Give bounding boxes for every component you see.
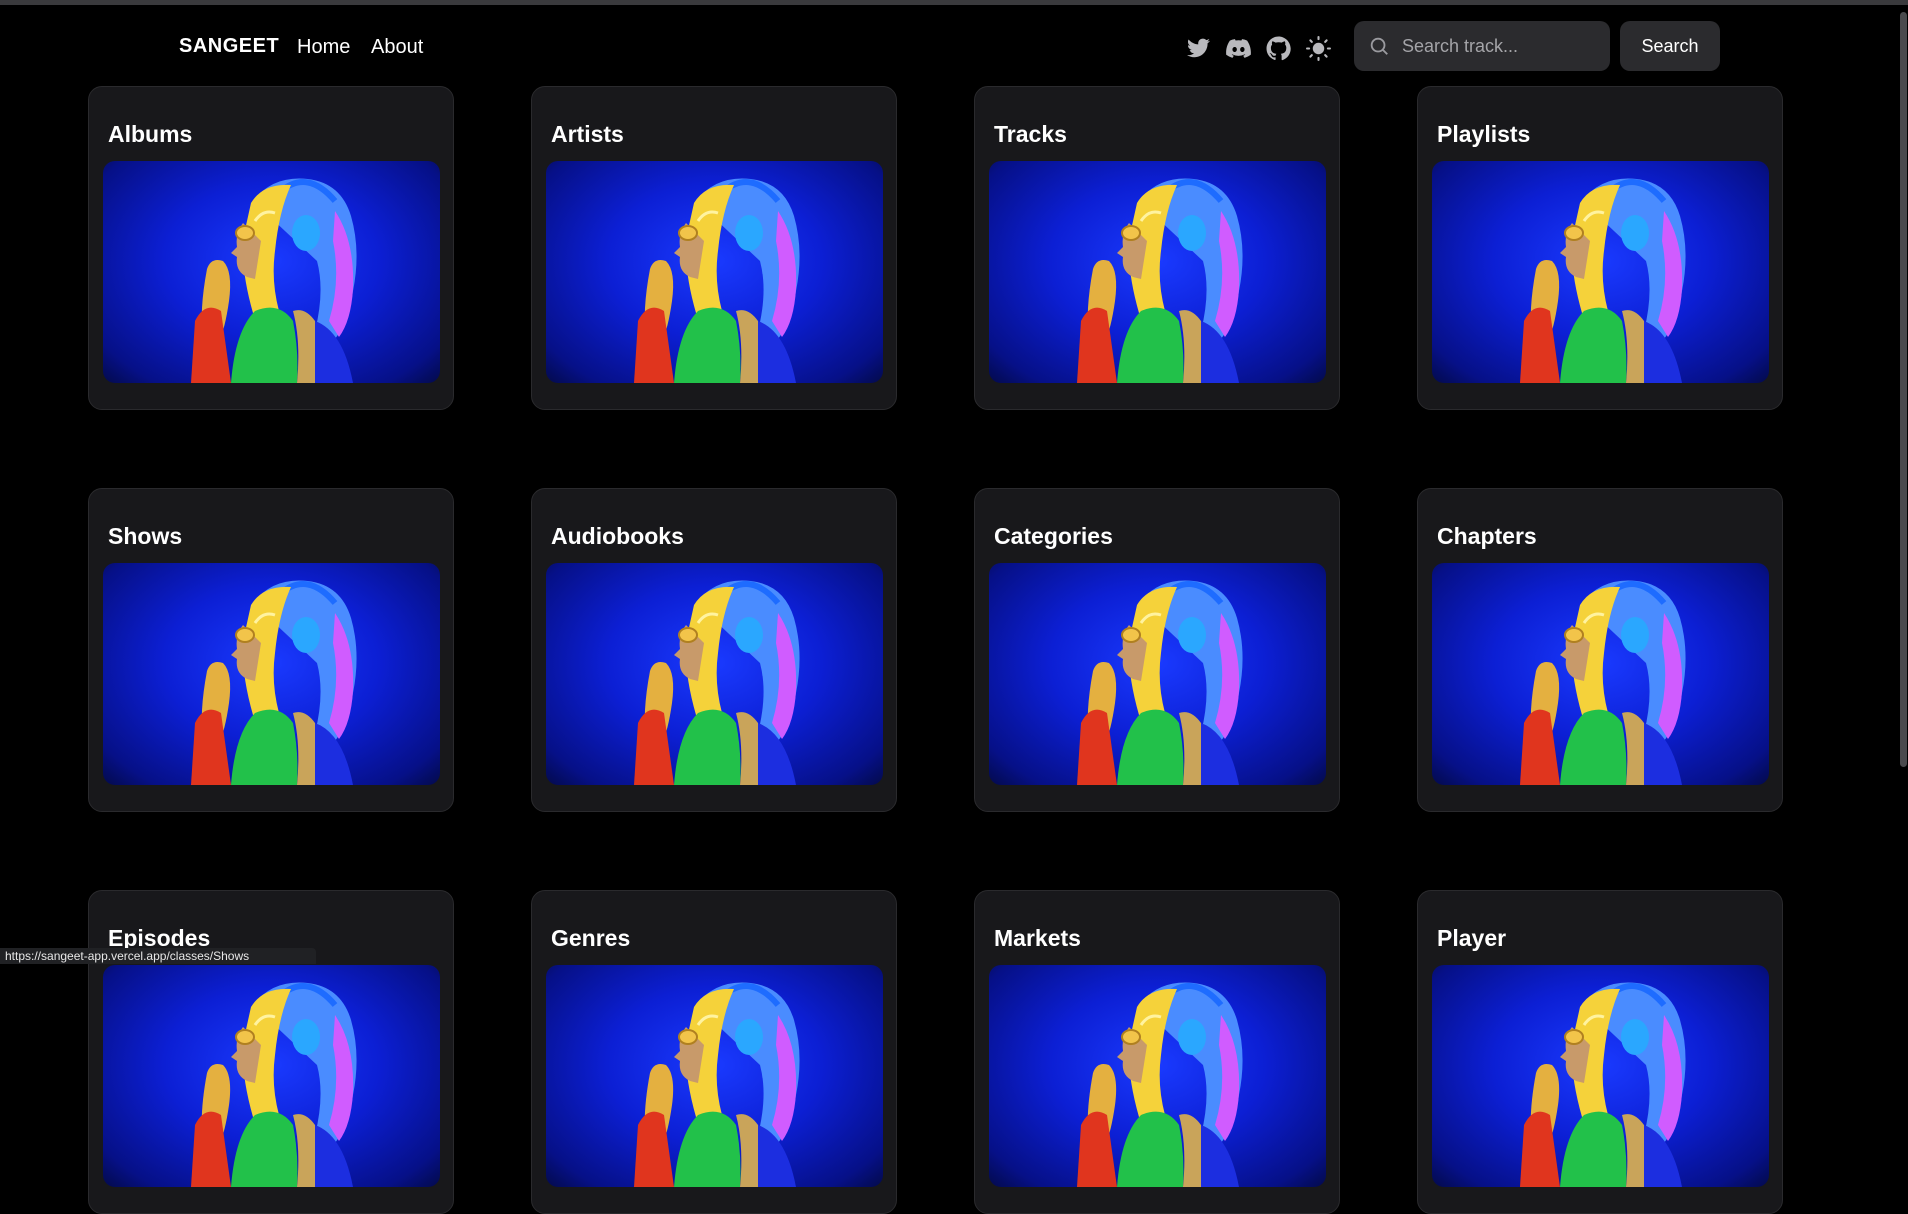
card-title: Categories — [994, 523, 1113, 549]
category-card-shows[interactable]: Shows — [88, 488, 454, 812]
card-image — [1432, 563, 1769, 785]
nav-home-link[interactable]: Home — [297, 36, 350, 59]
card-image — [989, 161, 1326, 383]
card-title: Genres — [551, 925, 631, 951]
card-image — [103, 965, 440, 1187]
card-image — [546, 563, 883, 785]
category-card-episodes[interactable]: Episodes — [88, 890, 454, 1214]
category-card-tracks[interactable]: Tracks — [974, 86, 1340, 410]
card-title: Audiobooks — [551, 523, 684, 549]
card-image — [546, 161, 883, 383]
card-title: Markets — [994, 925, 1081, 951]
search-box — [1354, 21, 1610, 71]
card-image — [1432, 965, 1769, 1187]
nav-about-link[interactable]: About — [371, 36, 423, 59]
card-title: Shows — [108, 523, 183, 549]
category-card-categories[interactable]: Categories — [974, 488, 1340, 812]
card-title: Artists — [551, 121, 624, 147]
status-bar-url: https://sangeet-app.vercel.app/classes/S… — [0, 948, 316, 964]
search-button[interactable]: Search — [1620, 21, 1720, 71]
card-image — [989, 965, 1326, 1187]
card-image — [1432, 161, 1769, 383]
category-card-artists[interactable]: Artists — [531, 86, 897, 410]
card-image — [989, 563, 1326, 785]
category-card-markets[interactable]: Markets — [974, 890, 1340, 1214]
sun-icon[interactable] — [1303, 33, 1333, 63]
card-image — [546, 965, 883, 1187]
category-card-player[interactable]: Player — [1417, 890, 1783, 1214]
category-card-albums[interactable]: Albums — [88, 86, 454, 410]
brand-logo[interactable]: SANGEET — [179, 35, 279, 58]
card-title: Playlists — [1437, 121, 1531, 147]
category-card-playlists[interactable]: Playlists — [1417, 86, 1783, 410]
card-image — [103, 563, 440, 785]
card-title: Tracks — [994, 121, 1067, 147]
discord-icon[interactable] — [1223, 33, 1253, 63]
category-card-genres[interactable]: Genres — [531, 890, 897, 1214]
card-title: Player — [1437, 925, 1507, 951]
navbar: SANGEET Home About Search — [0, 5, 1908, 87]
search-input[interactable] — [1400, 34, 1604, 58]
category-card-chapters[interactable]: Chapters — [1417, 488, 1783, 812]
category-card-audiobooks[interactable]: Audiobooks — [531, 488, 897, 812]
card-image — [103, 161, 440, 383]
search-icon — [1370, 37, 1388, 55]
card-title: Albums — [108, 121, 193, 147]
scrollbar-thumb[interactable] — [1900, 12, 1907, 767]
twitter-icon[interactable] — [1183, 33, 1213, 63]
github-icon[interactable] — [1263, 33, 1293, 63]
card-title: Chapters — [1437, 523, 1537, 549]
